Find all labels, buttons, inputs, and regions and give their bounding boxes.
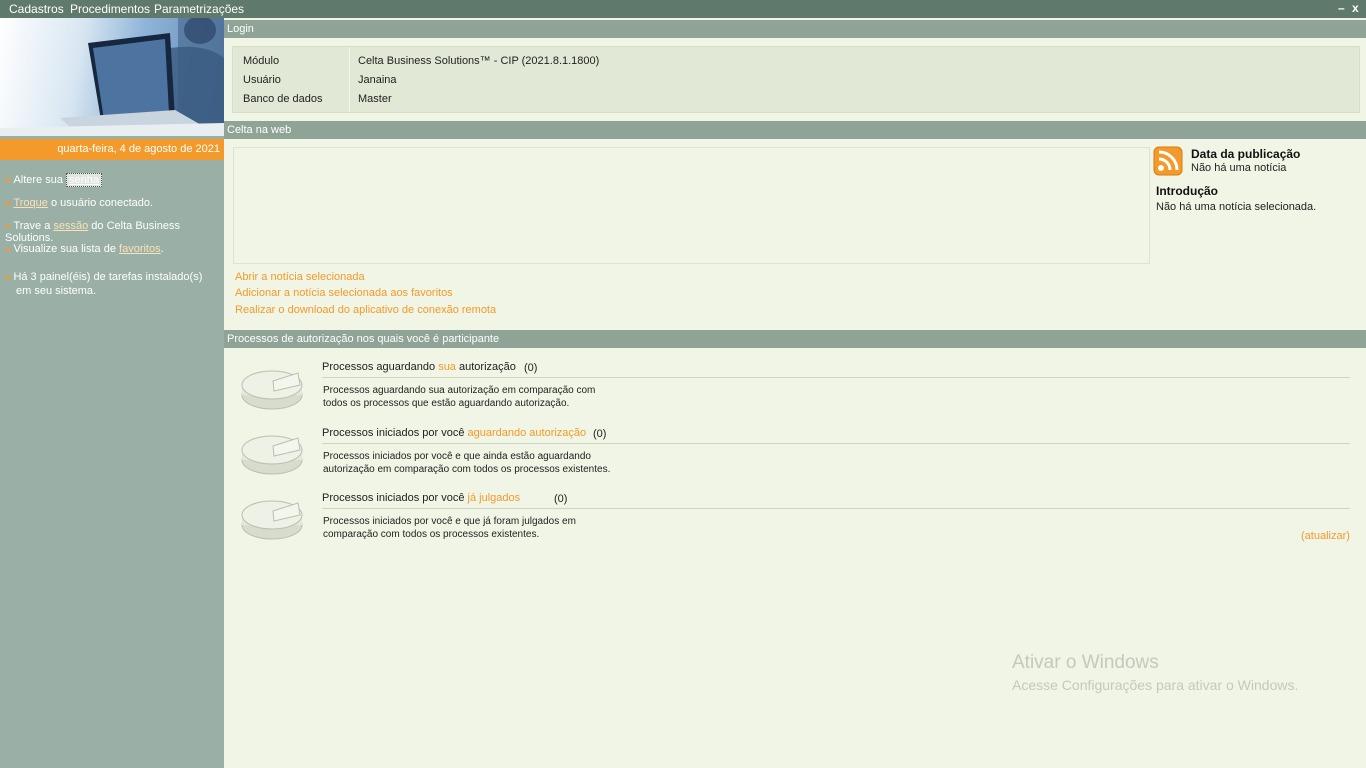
divider xyxy=(322,443,1350,444)
bullet-icon: ● xyxy=(5,272,11,282)
introduction-text: Não há uma notícia selecionada. xyxy=(1156,201,1317,213)
sidebar-item-favorites: ● Visualize sua lista de favoritos. xyxy=(5,243,164,255)
login-header-label: Login xyxy=(227,23,254,35)
switch-user-link[interactable]: Troque xyxy=(13,197,47,209)
description-line: autorização em comparação com todos os p… xyxy=(323,464,611,475)
web-header: Celta na web xyxy=(224,121,1366,139)
minimize-button[interactable]: – xyxy=(1338,1,1345,15)
divider xyxy=(322,377,1350,378)
description-line: Processos aguardando sua autorização em … xyxy=(323,385,596,396)
sidebar-item-switch-user: ● Troque o usuário conectado. xyxy=(5,197,153,209)
date-bar: quarta-feira, 4 de agosto de 2021 xyxy=(0,139,224,160)
pie-chart-icon xyxy=(241,435,303,475)
description-line: todos os processos que estão aguardando … xyxy=(323,398,570,409)
process-title-text: Processos iniciados por você xyxy=(322,427,468,439)
user-value: Janaina xyxy=(358,74,397,86)
process-initiated-pending-count: (0) xyxy=(593,428,607,440)
sidebar-item-lock: ● Trave a sessão do Celta Business Soluti… xyxy=(5,220,224,244)
publication-date-text: Não há uma notícia xyxy=(1191,162,1287,174)
introduction-title: Introdução xyxy=(1156,184,1218,198)
sidebar-item-panels: ● Há 3 painel(éis) de tarefas instalado(s… xyxy=(5,270,202,298)
process-awaiting-title: Processos aguardando sua autorização xyxy=(322,361,516,373)
process-initiated-pending-description: Processos iniciados por você e que ainda… xyxy=(323,450,610,476)
process-initiated-pending-link[interactable]: aguardando autorização xyxy=(468,427,587,439)
pie-chart-icon xyxy=(241,500,303,540)
divider xyxy=(322,508,1350,509)
process-judged-count: (0) xyxy=(554,493,568,505)
open-news-link[interactable]: Abrir a notícia selecionada xyxy=(235,271,365,283)
sidebar-text: Altere sua xyxy=(13,174,67,186)
sidebar-text: Trave a xyxy=(13,220,54,232)
user-label: Usuário xyxy=(243,74,281,86)
process-initiated-pending-title: Processos iniciados por você aguardando … xyxy=(322,427,586,439)
login-panel: Módulo Celta Business Solutions™ - CIP (… xyxy=(232,46,1360,113)
panels-info-line1: Há 3 painel(éis) de tarefas instalado(s) xyxy=(13,271,203,283)
login-divider xyxy=(349,47,350,112)
description-line: comparação com todos os processos existe… xyxy=(323,529,540,540)
menu-procedimentos[interactable]: Procedimentos xyxy=(70,2,150,16)
module-value: Celta Business Solutions™ - CIP (2021.8.… xyxy=(358,55,600,67)
hero-image xyxy=(0,18,224,136)
rss-icon xyxy=(1153,146,1183,176)
panels-info-line2: em seu sistema. xyxy=(16,285,97,297)
web-header-label: Celta na web xyxy=(227,124,292,136)
publication-date-title: Data da publicação xyxy=(1191,147,1301,161)
menu-cadastros[interactable]: Cadastros xyxy=(9,2,64,16)
pie-chart-icon xyxy=(241,370,303,410)
database-label: Banco de dados xyxy=(243,93,323,105)
bullet-icon: ● xyxy=(5,175,11,185)
bullet-icon: ● xyxy=(5,244,11,254)
processes-header: Processos de autorização nos quais você … xyxy=(224,330,1366,348)
menu-bar: Cadastros Procedimentos Parametrizações … xyxy=(0,0,1366,18)
sidebar-text: Visualize sua lista de xyxy=(13,243,120,255)
bullet-icon: ● xyxy=(5,198,11,208)
current-date: quarta-feira, 4 de agosto de 2021 xyxy=(57,143,220,155)
favorites-link[interactable]: favoritos xyxy=(119,243,161,255)
process-title-text: Processos iniciados por você xyxy=(322,492,468,504)
sidebar-text: . xyxy=(160,243,164,255)
process-awaiting-description: Processos aguardando sua autorização em … xyxy=(323,384,595,410)
change-password-link[interactable]: senha xyxy=(66,173,103,187)
news-list[interactable] xyxy=(233,147,1150,264)
process-judged-title: Processos iniciados por você já julgados xyxy=(322,492,520,504)
description-line: Processos iniciados por você e que já fo… xyxy=(323,516,576,527)
login-header: Login xyxy=(224,20,1366,38)
download-remote-app-link[interactable]: Realizar o download do aplicativo de con… xyxy=(235,304,496,316)
menu-parametrizacoes[interactable]: Parametrizações xyxy=(154,2,244,16)
close-button[interactable]: x xyxy=(1352,1,1359,15)
processes-header-label: Processos de autorização nos quais você … xyxy=(227,333,500,345)
description-line: Processos iniciados por você e que ainda… xyxy=(323,451,591,462)
sidebar: quarta-feira, 4 de agosto de 2021 ● Alter… xyxy=(0,18,224,768)
process-awaiting-count: (0) xyxy=(524,362,538,374)
bullet-icon: ● xyxy=(5,221,11,231)
process-judged-link[interactable]: já julgados xyxy=(468,492,521,504)
add-news-favorites-link[interactable]: Adicionar a notícia selecionada aos favo… xyxy=(235,287,453,299)
process-title-text: autorização xyxy=(455,361,516,373)
database-value: Master xyxy=(358,93,392,105)
sidebar-text: o usuário conectado. xyxy=(47,197,154,209)
sidebar-item-password: ● Altere sua senha xyxy=(5,173,103,187)
refresh-link[interactable]: (atualizar) xyxy=(1301,530,1350,542)
module-label: Módulo xyxy=(243,55,280,67)
process-awaiting-link[interactable]: sua xyxy=(438,361,456,373)
activation-watermark-subtitle: Acesse Configurações para ativar o Windo… xyxy=(1012,677,1299,693)
process-title-text: Processos aguardando xyxy=(322,361,439,373)
process-judged-description: Processos iniciados por você e que já fo… xyxy=(323,515,576,541)
activation-watermark-title: Ativar o Windows xyxy=(1012,652,1159,673)
lock-session-link[interactable]: sessão xyxy=(53,220,88,232)
